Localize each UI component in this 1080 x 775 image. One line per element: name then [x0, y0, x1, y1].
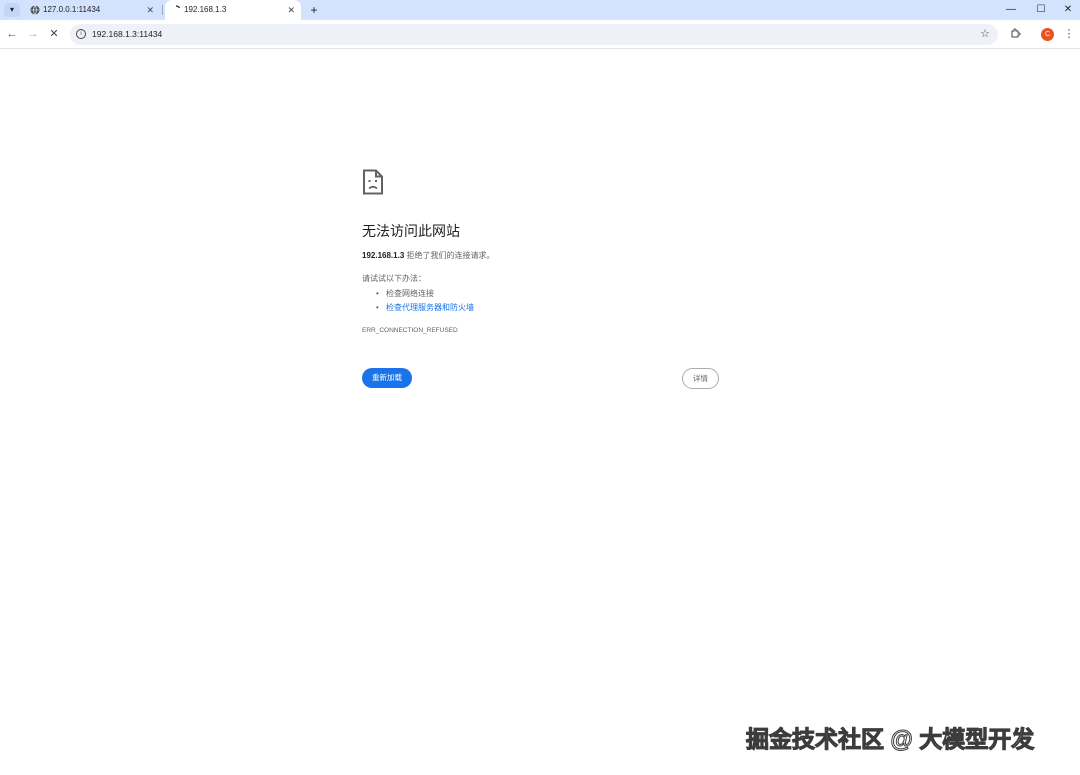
star-icon[interactable]: ☆ [980, 24, 990, 45]
error-heading: 无法访问此网站 [362, 223, 460, 239]
suggestions-label: 请试试以下办法： [362, 274, 426, 283]
loading-spinner-icon [175, 5, 181, 9]
plus-icon: + [310, 3, 318, 17]
tab-search-button[interactable]: ▾ [4, 3, 20, 17]
suggestion-check-connection: 检查网络连接 [386, 289, 434, 298]
menu-button[interactable]: ⋮ [1061, 26, 1077, 42]
tab-localhost[interactable]: 127.0.0.1:11434 ✕ [24, 0, 160, 20]
suggestion-check-proxy-firewall-link[interactable]: 检查代理服务器和防火墙 [386, 303, 474, 312]
suggestions-list: 检查网络连接 检查代理服务器和防火墙 [376, 287, 474, 315]
suggestion-item: 检查代理服务器和防火墙 [376, 301, 474, 315]
suggestion-item: 检查网络连接 [376, 287, 474, 301]
tab-title: 127.0.0.1:11434 [43, 5, 101, 14]
tab-separator [162, 5, 163, 15]
details-button[interactable]: 详情 [682, 368, 719, 389]
globe-icon [30, 5, 40, 15]
url-text[interactable]: 192.168.1.3:11434 [92, 24, 162, 45]
tab-title: 192.168.1.3 [184, 5, 227, 14]
arrow-left-icon: ← [6, 28, 18, 40]
arrow-right-icon: → [27, 28, 39, 40]
error-message: 拒绝了我们的连接请求。 [406, 251, 495, 260]
minimize-button[interactable]: — [996, 0, 1026, 20]
tab-strip: ▾ 127.0.0.1:11434 ✕ 192.168.1.3 ✕ + — ☐ … [0, 0, 1080, 20]
tab-close-icon[interactable]: ✕ [146, 0, 154, 20]
close-window-button[interactable]: ✕ [1053, 0, 1080, 20]
tab-close-icon[interactable]: ✕ [287, 0, 295, 20]
info-icon[interactable]: i [76, 29, 86, 39]
profile-avatar[interactable]: C [1041, 28, 1054, 41]
extensions-button[interactable] [1007, 26, 1023, 42]
minimize-icon: — [1006, 4, 1016, 15]
watermark: 掘金技术社区 @ 大模型开发 [745, 726, 1035, 753]
sad-page-icon [363, 169, 383, 195]
toolbar: ← → ✕ i 192.168.1.3:11434 ☆ C ⋮ [0, 20, 1080, 49]
puzzle-icon [1011, 28, 1020, 38]
stop-loading-button[interactable]: ✕ [46, 26, 62, 42]
maximize-button[interactable]: ☐ [1026, 0, 1056, 20]
close-icon: ✕ [49, 28, 59, 40]
more-vertical-icon: ⋮ [1063, 28, 1075, 40]
back-button[interactable]: ← [4, 26, 20, 42]
address-bar[interactable]: i 192.168.1.3:11434 ☆ [70, 24, 998, 45]
forward-button[interactable]: → [25, 26, 41, 42]
error-host: 192.168.1.3 [362, 251, 405, 260]
error-code: ERR_CONNECTION_REFUSED [362, 327, 458, 334]
error-description: 192.168.1.3 拒绝了我们的连接请求。 [362, 250, 495, 262]
close-icon: ✕ [1063, 4, 1073, 15]
new-tab-button[interactable]: + [306, 2, 322, 18]
chevron-down-icon: ▾ [9, 5, 14, 14]
reload-button[interactable]: 重新加载 [362, 368, 412, 388]
tab-192-168-1-3[interactable]: 192.168.1.3 ✕ [165, 0, 301, 20]
maximize-icon: ☐ [1036, 4, 1046, 15]
